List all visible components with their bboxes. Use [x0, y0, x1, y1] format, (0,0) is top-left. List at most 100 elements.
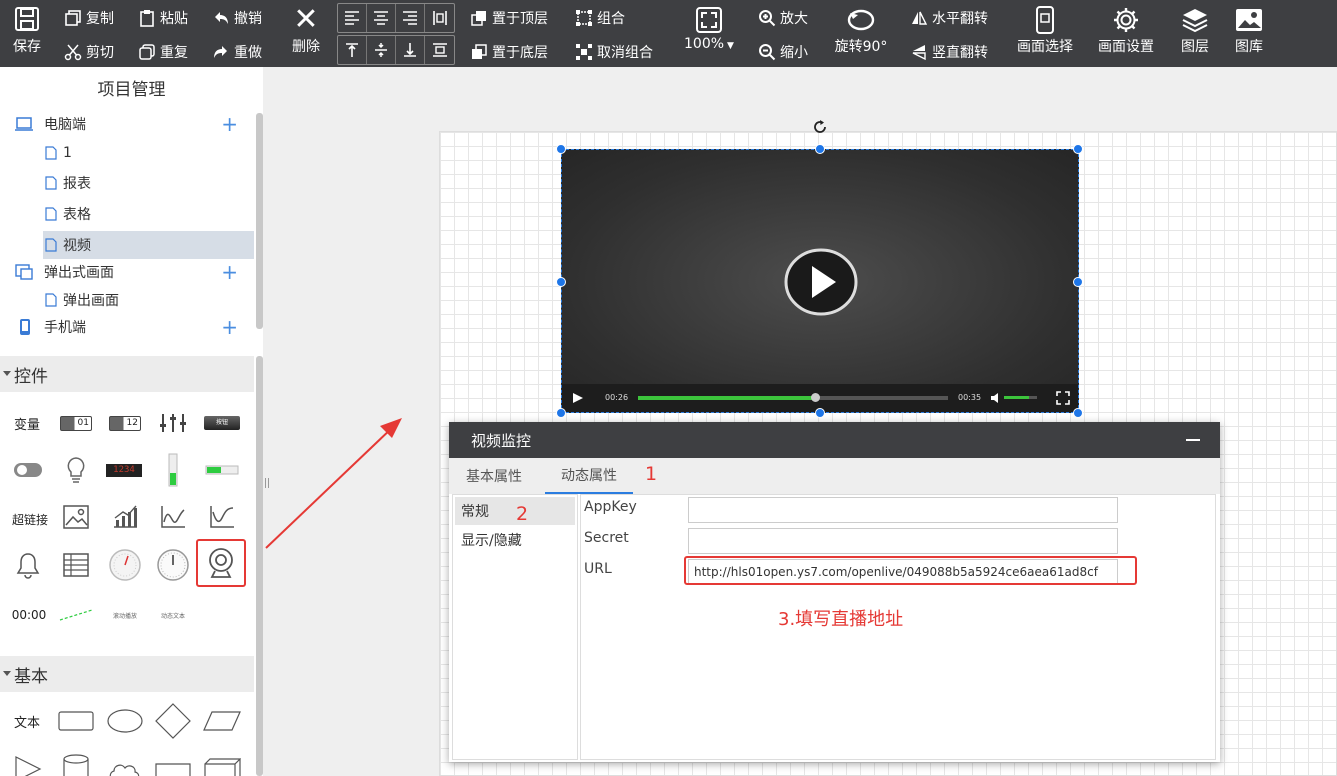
rectangle-shape-control[interactable] [56, 701, 96, 741]
display-01-control[interactable]: 01 [56, 403, 96, 443]
align-top-icon[interactable] [338, 36, 367, 64]
resize-handle-nw[interactable] [556, 144, 566, 154]
seek-bar[interactable] [638, 393, 948, 402]
alarm-control[interactable] [8, 545, 48, 585]
diamond-shape-control[interactable] [153, 701, 193, 741]
display-12-control[interactable]: 12 [105, 403, 145, 443]
document-shape-control[interactable] [153, 749, 193, 776]
screen-select-button[interactable]: 画面选择 [1013, 6, 1077, 56]
align-right-icon[interactable] [396, 4, 425, 32]
seek-thumb[interactable] [810, 393, 820, 402]
resize-handle-sw[interactable] [556, 408, 566, 418]
resize-handle-w[interactable] [556, 277, 566, 287]
volume-icon[interactable] [990, 392, 1002, 404]
flip-horizontal-button[interactable]: 水平翻转 [910, 8, 988, 28]
bulb-control[interactable] [56, 450, 96, 490]
triangle-shape-control[interactable] [8, 749, 48, 776]
align-bottom-icon[interactable] [396, 36, 425, 64]
volume-bar[interactable] [1004, 396, 1037, 399]
trend-chart-control[interactable] [202, 497, 242, 537]
minimize-icon[interactable] [1186, 439, 1200, 441]
led-display-control[interactable]: 1234 [104, 450, 144, 490]
rotate-button[interactable]: 旋转90° [832, 6, 890, 56]
play-small-icon[interactable] [572, 392, 584, 404]
fullscreen-icon[interactable] [1056, 391, 1070, 405]
zoom-in-button[interactable]: 放大 [758, 8, 808, 28]
tree-item-pc[interactable]: 电脑端 + [0, 110, 254, 138]
project-scrollbar[interactable] [256, 113, 263, 329]
resize-handle-ne[interactable] [1073, 144, 1083, 154]
add-icon[interactable]: + [221, 315, 238, 339]
add-icon[interactable]: + [221, 260, 238, 284]
clock-control[interactable]: 00:00 [8, 595, 50, 635]
parallelogram-shape-control[interactable] [202, 701, 242, 741]
level-bar-control[interactable] [153, 450, 193, 490]
send-to-bottom-button[interactable]: 置于底层 [470, 42, 548, 62]
tree-item-mobile[interactable]: 手机端 + [0, 313, 254, 341]
controls-section-header[interactable]: 控件 [0, 356, 254, 392]
category-show-hide[interactable]: 显示/隐藏 [455, 526, 575, 554]
align-center-icon[interactable] [367, 4, 396, 32]
delete-button[interactable]: ✕ 删除 [288, 5, 324, 56]
gauge-control[interactable] [105, 545, 145, 585]
paste-button[interactable]: 粘贴 [138, 8, 188, 28]
toggle-switch-control[interactable] [8, 450, 48, 490]
zoom-select[interactable]: 100% ▼ [680, 6, 738, 52]
ungroup-button[interactable]: 取消组合 [575, 42, 653, 62]
ellipse-shape-control[interactable] [105, 701, 145, 741]
distribute-horizontal-icon[interactable] [425, 4, 454, 32]
screen-settings-button[interactable]: 画面设置 [1094, 6, 1158, 56]
table-control[interactable] [56, 545, 96, 585]
image-control[interactable] [56, 497, 96, 537]
tab-basic-properties[interactable]: 基本属性 [466, 458, 522, 494]
basic-section-header[interactable]: 基本 [0, 656, 254, 692]
bar-chart-control[interactable] [105, 497, 145, 537]
tree-item-page[interactable]: 报表 [0, 169, 254, 197]
zoom-out-button[interactable]: 缩小 [758, 42, 808, 62]
undo-button[interactable]: 撤销 [212, 8, 262, 28]
resize-handle-s[interactable] [815, 408, 825, 418]
align-left-icon[interactable] [338, 4, 367, 32]
tree-item-popup[interactable]: 弹出式画面 + [0, 258, 254, 286]
cube-shape-control[interactable] [202, 749, 242, 776]
copy-button[interactable]: 复制 [64, 8, 114, 28]
secret-input[interactable] [688, 528, 1118, 554]
rotate-handle-icon[interactable] [810, 117, 830, 137]
dial-control[interactable] [153, 545, 193, 585]
tree-item-page-selected[interactable]: 视频 [43, 231, 254, 259]
tree-item-page[interactable]: 表格 [0, 200, 254, 228]
resize-handle-e[interactable] [1073, 277, 1083, 287]
resize-handle-se[interactable] [1073, 408, 1083, 418]
repeat-button[interactable]: 重复 [138, 42, 188, 62]
bring-to-top-button[interactable]: 置于顶层 [470, 8, 548, 28]
progress-bar-control[interactable] [202, 450, 242, 490]
add-icon[interactable]: + [221, 112, 238, 136]
button-control[interactable]: 按钮 [202, 403, 242, 443]
tree-item-page[interactable]: 1 [0, 139, 254, 167]
curve-chart-control[interactable] [153, 497, 193, 537]
flip-vertical-button[interactable]: 竖直翻转 [910, 42, 988, 62]
scroll-text-control[interactable]: 滚动播放 [105, 595, 145, 635]
variable-control[interactable]: 变量 [7, 403, 47, 443]
layers-button[interactable]: 图层 [1176, 6, 1214, 56]
cylinder-shape-control[interactable] [56, 749, 96, 776]
video-component[interactable]: 00:26 00:35 [561, 149, 1079, 413]
align-middle-icon[interactable] [367, 36, 396, 64]
tree-item-page[interactable]: 弹出画面 [0, 286, 254, 314]
hyperlink-control[interactable]: 超链接 [8, 499, 52, 539]
play-icon[interactable] [784, 248, 858, 316]
sliders-control[interactable] [153, 403, 193, 443]
save-button[interactable]: 保存 [8, 6, 46, 56]
group-button[interactable]: 组合 [575, 8, 625, 28]
cut-button[interactable]: 剪切 [64, 42, 114, 62]
text-shape-control[interactable]: 文本 [7, 701, 47, 741]
resize-handle-n[interactable] [815, 144, 825, 154]
tab-dynamic-properties[interactable]: 动态属性 [545, 458, 633, 494]
cloud-shape-control[interactable] [105, 749, 145, 776]
appkey-input[interactable] [688, 497, 1118, 523]
dialog-header[interactable]: 视频监控 [449, 422, 1220, 458]
pipe-control[interactable] [56, 595, 96, 635]
category-general[interactable]: 常规 [455, 497, 575, 525]
gallery-button[interactable]: 图库 [1230, 6, 1268, 56]
distribute-vertical-icon[interactable] [425, 36, 454, 64]
